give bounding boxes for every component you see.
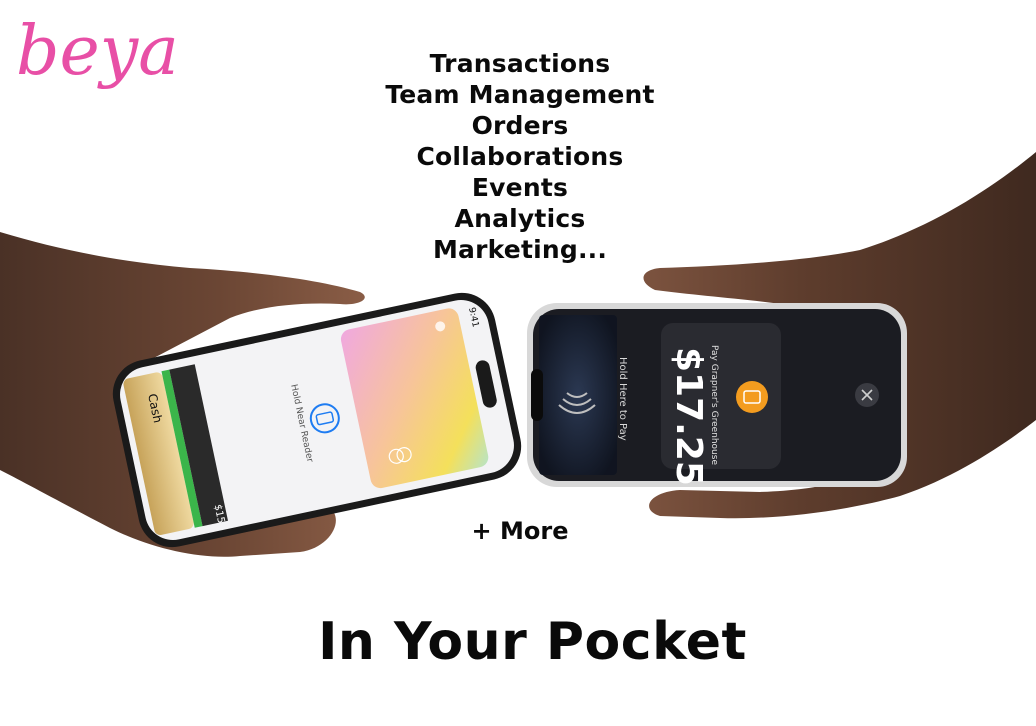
shop-basket-icon — [736, 381, 768, 413]
pay-amount: $17.25 — [668, 347, 709, 486]
feature-item: Collaborations — [416, 142, 624, 171]
more-label: + More — [471, 517, 569, 545]
feature-item: Orders — [471, 111, 569, 140]
feature-item: Analytics — [454, 204, 586, 233]
feature-item: Team Management — [385, 80, 655, 109]
right-phone: Hold Here to Pay Pay Grapner's Greenhous… — [527, 303, 907, 487]
feature-item: Marketing... — [432, 235, 608, 264]
pay-label: Pay Grapner's Greenhouse — [709, 345, 719, 465]
feature-list: Transactions Team Management Orders Coll… — [360, 48, 680, 265]
headline: In Your Pocket — [318, 612, 747, 672]
feature-item: Transactions — [429, 49, 611, 78]
feature-item: Events — [471, 173, 569, 202]
hold-here-to-pay: Hold Here to Pay — [617, 357, 628, 441]
